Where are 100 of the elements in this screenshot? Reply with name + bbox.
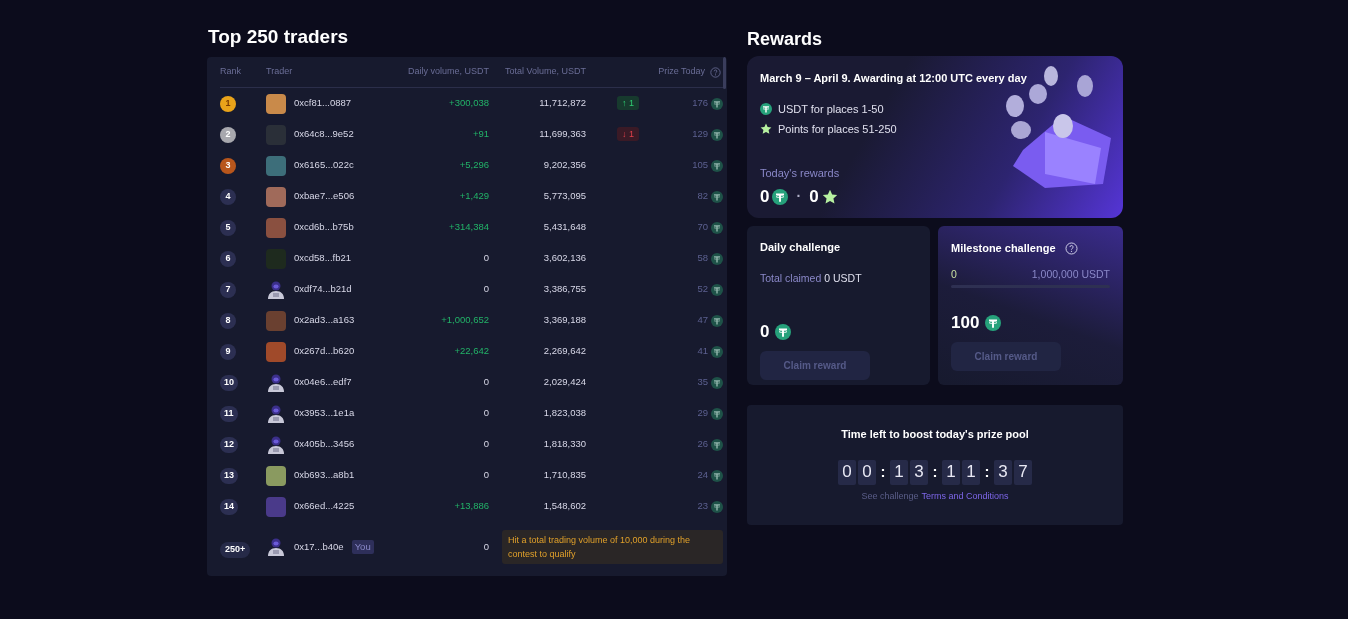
rank-badge: 8 [220, 312, 236, 329]
rank-badge: 10 [220, 374, 238, 391]
total-volume: 11,712,872 [538, 96, 586, 111]
total-volume: 5,431,648 [542, 220, 586, 235]
scrollbar[interactable] [723, 57, 726, 89]
progress-goal: 1,000,000 USDT [1031, 266, 1110, 282]
contest-period: March 9 – April 9. Awarding at 12:00 UTC every day [760, 71, 1028, 86]
prize-amount: 82 [697, 189, 708, 204]
daily-volume: 0 [482, 437, 489, 452]
avatar-photo-placeholder [266, 341, 286, 362]
trader-address: 0xcd6b...b75b [294, 220, 354, 235]
total-volume: 3,602,136 [542, 251, 586, 266]
prize-amount: 105 [692, 158, 708, 173]
tether-coin-icon [711, 190, 723, 203]
trader-address: 0x17...b40e [294, 539, 344, 554]
rank-badge: 6 [220, 250, 236, 267]
rank-badge: 12 [220, 436, 238, 453]
total-volume: 3,386,755 [542, 282, 586, 297]
total-volume: 1,710,835 [542, 468, 586, 483]
tether-coin-icon [711, 376, 723, 389]
timer-digit: 1 [962, 459, 980, 485]
daily-volume: +22,642 [453, 344, 489, 359]
tether-coin-icon [985, 315, 1002, 331]
timer-digit: 3 [910, 459, 928, 485]
trader-address: 0x66ed...4225 [294, 499, 355, 514]
rank-badge: 13 [220, 467, 238, 484]
trader-address: 0xb693...a8b1 [294, 468, 355, 483]
timer-digit: 1 [942, 459, 960, 485]
perk-text: Points for places 51-250 [778, 122, 897, 137]
daily-volume: 0 [482, 406, 489, 421]
rank-badge: 9 [220, 343, 236, 360]
total-claimed-value: 0 USDT [824, 270, 862, 286]
qualify-notice: Hit a total trading volume of 10,000 during the contest to qualify [502, 530, 723, 564]
reward-amount: 0 [760, 321, 770, 344]
total-volume: 5,773,095 [542, 189, 586, 204]
help-icon[interactable] [710, 66, 721, 78]
trader-address: 0x6165...022c [294, 158, 354, 173]
usdt-reward-amount: 0 [760, 186, 770, 208]
terms-link[interactable]: Terms and Conditions [921, 489, 1009, 503]
tether-coin-icon [711, 221, 723, 234]
timer-digit: 7 [1014, 459, 1032, 485]
timer-digit: 3 [994, 459, 1012, 485]
daily-volume: 0 [482, 375, 489, 390]
trader-address: 0x04e6...edf7 [294, 375, 352, 390]
daily-volume: +91 [471, 127, 489, 142]
rewards-title: Rewards [747, 28, 824, 51]
timer-digit: 0 [838, 459, 856, 485]
daily-volume: +314,384 [448, 220, 489, 235]
trader-address: 0x64c8...9e52 [294, 127, 354, 142]
avatar-photo-placeholder [266, 186, 286, 207]
timer-title: Time left to boost today's prize pool [841, 427, 1029, 442]
rank-badge: 5 [220, 219, 236, 236]
rank-badge: 4 [220, 188, 236, 205]
tether-coin-icon [760, 102, 772, 115]
daily-volume: +1,000,652 [440, 313, 489, 328]
today-rewards-label: Today's rewards [760, 165, 841, 181]
rank-badge: 1 [220, 95, 236, 112]
avatar-photo-placeholder [266, 217, 286, 238]
prize-amount: 58 [697, 251, 708, 266]
daily-volume: 0 [482, 468, 489, 483]
tether-coin-icon [711, 128, 723, 141]
tether-coin-icon [772, 188, 789, 205]
rank-badge: 7 [220, 281, 236, 298]
astronaut-avatar-icon [266, 537, 286, 557]
column-header: Rank [220, 65, 242, 79]
perk-text: USDT for places 1-50 [778, 101, 884, 117]
total-volume: 2,029,424 [542, 375, 586, 390]
column-header: Trader [266, 65, 294, 79]
tether-coin-icon [711, 97, 723, 110]
avatar-photo-placeholder [266, 465, 286, 486]
separator-dot: · [795, 187, 803, 207]
daily-volume: +13,886 [453, 499, 489, 514]
total-volume: 2,269,642 [542, 344, 586, 359]
tether-coin-icon [711, 159, 723, 172]
prize-amount: 41 [697, 344, 708, 359]
rank-change-badge: ↑ 1 [617, 96, 639, 111]
total-volume: 3,369,188 [542, 313, 586, 328]
tether-coin-icon [711, 469, 723, 482]
total-volume: 1,818,330 [542, 437, 586, 452]
avatar-photo-placeholder [266, 310, 286, 331]
leaderboard-title: Top 250 traders [207, 25, 350, 49]
timer-separator: : [879, 461, 887, 482]
timer-digit: 0 [858, 459, 876, 485]
rank-badge: 3 [220, 157, 236, 174]
total-volume: 9,202,356 [542, 158, 586, 173]
card-title: Daily challenge [760, 240, 842, 255]
prize-amount: 23 [697, 499, 708, 514]
tether-coin-icon [711, 407, 723, 420]
avatar-photo-placeholder [266, 496, 286, 517]
star-icon [760, 123, 772, 136]
prize-amount: 35 [697, 375, 708, 390]
terms-note: See challenge [861, 489, 919, 503]
astronaut-avatar-icon [266, 279, 286, 300]
prize-amount: 52 [697, 282, 708, 297]
points-reward-amount: 0 [809, 186, 819, 208]
trader-address: 0x405b...3456 [294, 437, 355, 452]
prize-amount: 26 [697, 437, 708, 452]
reward-amount: 100 [951, 312, 980, 335]
trader-address: 0xdf74...b21d [294, 282, 352, 297]
trader-address: 0xcd58...fb21 [294, 251, 352, 266]
